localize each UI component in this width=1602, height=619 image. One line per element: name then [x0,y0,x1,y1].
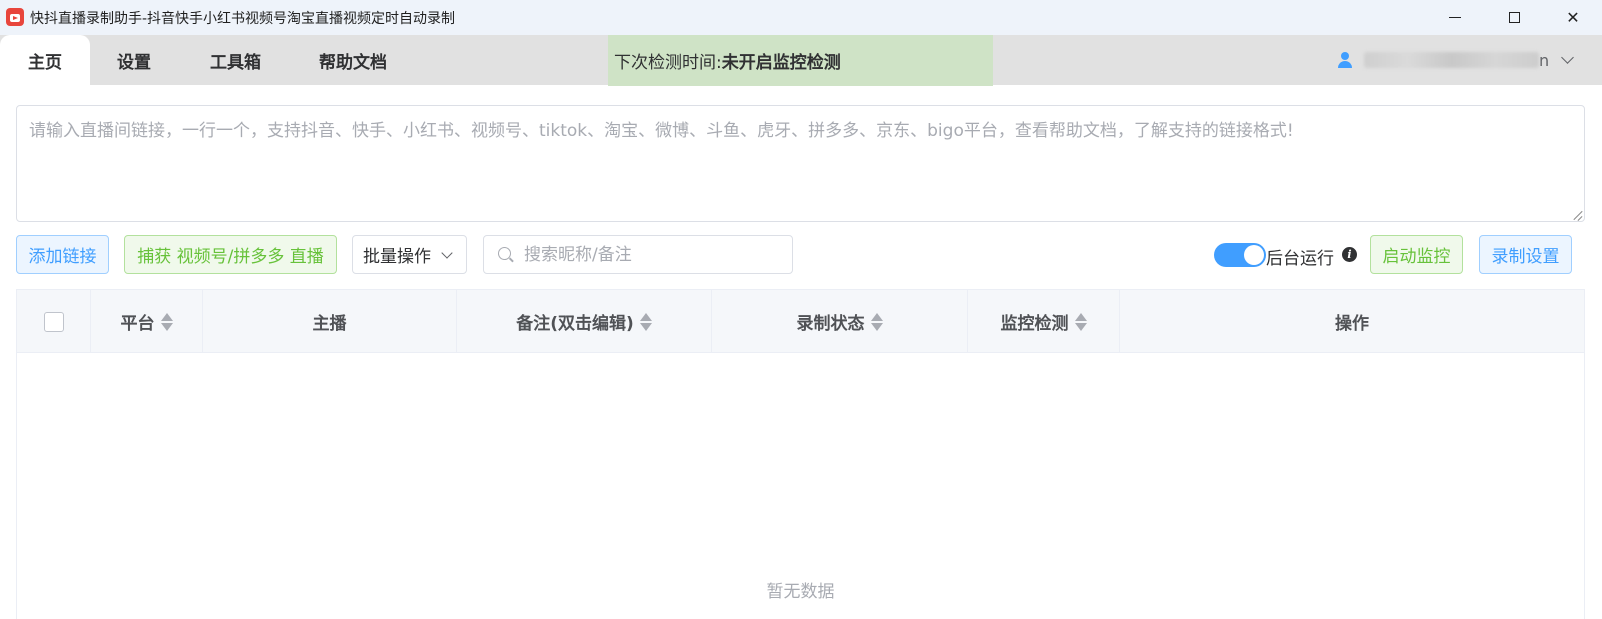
select-all-checkbox[interactable] [43,311,64,332]
title-bar: 快抖直播录制助手-抖音快手小红书视频号淘宝直播视频定时自动录制 ✕ [0,0,1602,35]
search-box [483,235,793,274]
minimize-button[interactable] [1426,0,1484,35]
sort-icon[interactable] [870,312,883,332]
column-header-monitor[interactable]: 监控检测 [968,290,1120,353]
column-header-record-status[interactable]: 录制状态 [712,290,968,353]
column-label: 主播 [312,314,347,334]
live-url-input[interactable] [16,105,1585,222]
column-label: 监控检测 [1000,314,1069,334]
column-header-platform[interactable]: 平台 [91,290,203,353]
sort-icon[interactable] [1074,312,1087,332]
close-icon: ✕ [1566,8,1580,27]
column-label: 录制状态 [796,314,865,334]
table-header: 平台 主播 备注(双击编辑) 录制状态 监控检测 操作 [17,290,1584,353]
next-check-label: 下次检测时间: [614,53,722,73]
column-label: 操作 [1335,314,1369,334]
search-icon [498,246,514,263]
capture-live-button[interactable]: 捕获 视频号/拼多多 直播 [124,235,337,274]
empty-state-text: 暂无数据 [766,582,835,602]
close-button[interactable]: ✕ [1544,0,1602,35]
chevron-down-icon [1561,51,1575,64]
batch-operation-select[interactable]: 批量操作 [352,235,467,274]
sort-icon[interactable] [160,312,173,332]
tab-bar: 主页 设置 工具箱 帮助文档 下次检测时间: 未开启监控检测 n [0,35,1602,86]
column-label: 平台 [120,314,155,334]
header-select-all [17,290,91,353]
user-menu[interactable]: n [1338,35,1575,85]
maximize-icon [1508,12,1520,23]
add-link-button[interactable]: 添加链接 [16,235,109,274]
column-header-note[interactable]: 备注(双击编辑) [457,290,712,353]
info-icon[interactable]: i [1342,247,1357,262]
next-check-status: 下次检测时间: 未开启监控检测 [608,35,993,86]
chevron-down-icon [441,247,453,259]
start-monitor-button[interactable]: 启动监控 [1370,235,1463,274]
sort-icon[interactable] [639,312,652,332]
batch-operation-label: 批量操作 [363,247,431,267]
maximize-button[interactable] [1485,0,1543,35]
recording-table: 平台 主播 备注(双击编辑) 录制状态 监控检测 操作 暂无数据 [16,289,1585,619]
minimize-icon [1449,17,1461,18]
toggle-knob [1244,245,1264,265]
column-header-actions: 操作 [1120,290,1584,353]
search-input[interactable] [524,244,774,265]
resize-handle-icon[interactable] [1573,210,1583,220]
next-check-value: 未开启监控检测 [721,53,841,73]
tab-settings[interactable]: 设置 [117,35,151,85]
column-label: 备注(双击编辑) [516,314,634,334]
tab-home[interactable]: 主页 [0,35,90,85]
column-header-streamer: 主播 [203,290,457,353]
window-title: 快抖直播录制助手-抖音快手小红书视频号淘宝直播视频定时自动录制 [30,11,456,27]
tab-help-docs[interactable]: 帮助文档 [319,35,387,85]
user-name-redacted [1364,52,1539,68]
user-name: n [1539,50,1550,70]
app-logo-icon [6,8,24,26]
tab-toolbox[interactable]: 工具箱 [210,35,261,85]
background-run-label: 后台运行 [1266,249,1334,269]
user-icon [1338,52,1352,68]
record-settings-button[interactable]: 录制设置 [1479,235,1572,274]
background-run-toggle[interactable] [1214,243,1266,267]
